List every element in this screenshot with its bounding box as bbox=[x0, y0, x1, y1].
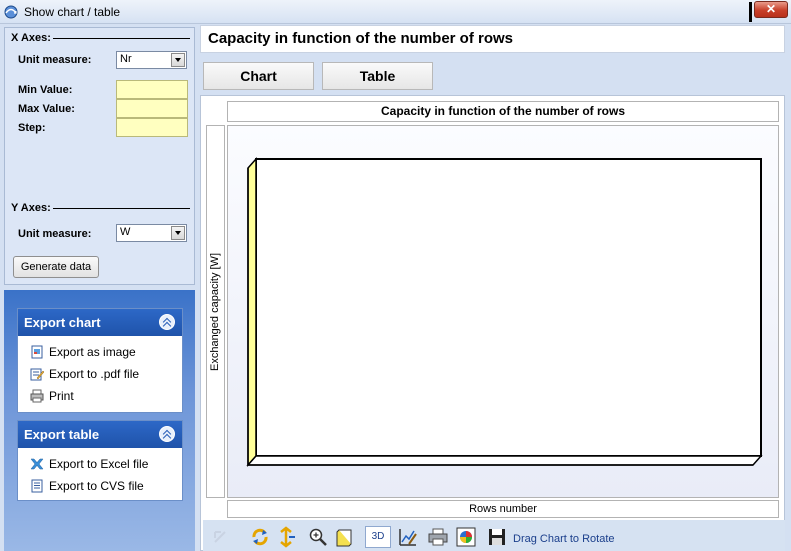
zoom-icon[interactable] bbox=[307, 526, 329, 548]
y-axis-label: Exchanged capacity [W] bbox=[209, 252, 221, 372]
document-icon bbox=[31, 479, 43, 493]
y-unit-select[interactable]: W bbox=[116, 224, 187, 242]
pdf-edit-icon bbox=[30, 368, 44, 381]
floor bbox=[246, 455, 763, 466]
export-to-cvs-label: Export to CVS file bbox=[49, 479, 144, 493]
plot-area[interactable] bbox=[227, 125, 779, 498]
x-axes-heading: X Axes: bbox=[11, 32, 51, 44]
collapse-icon[interactable] bbox=[159, 426, 175, 442]
export-table-header[interactable]: Export table bbox=[18, 421, 182, 448]
printer-icon[interactable] bbox=[427, 526, 449, 548]
tab-table[interactable]: Table bbox=[322, 62, 433, 90]
image-file-icon bbox=[31, 345, 43, 359]
export-panel: Export chart Export as image Export to .… bbox=[4, 290, 195, 551]
min-value-label: Min Value: bbox=[18, 84, 73, 96]
generate-data-button[interactable]: Generate data bbox=[13, 256, 99, 278]
export-chart-box: Export chart Export as image Export to .… bbox=[17, 308, 183, 413]
export-chart-header[interactable]: Export chart bbox=[18, 309, 182, 336]
chevron-down-icon[interactable] bbox=[171, 53, 185, 67]
y-unit-label: Unit measure: bbox=[18, 228, 92, 240]
page-title: Capacity in function of the number of ro… bbox=[200, 25, 785, 53]
step-label: Step: bbox=[18, 122, 46, 134]
rotate-icon[interactable] bbox=[249, 526, 271, 548]
3d-toggle-button[interactable]: 3D bbox=[365, 526, 391, 548]
y-axes-divider bbox=[53, 208, 190, 209]
printer-icon bbox=[30, 389, 44, 403]
chart-title: Capacity in function of the number of ro… bbox=[227, 101, 779, 122]
x-unit-select[interactable]: Nr bbox=[116, 51, 187, 69]
app-icon bbox=[4, 5, 18, 19]
export-to-excel-label: Export to Excel file bbox=[49, 457, 149, 471]
depth-icon[interactable] bbox=[334, 526, 356, 548]
title-bar: Show chart / table ✕ bbox=[0, 0, 791, 24]
collapse-icon[interactable] bbox=[159, 314, 175, 330]
pointer-icon[interactable] bbox=[209, 526, 231, 548]
step-input[interactable] bbox=[116, 118, 188, 137]
move-icon[interactable] bbox=[275, 526, 297, 548]
chart-edit-icon[interactable] bbox=[397, 526, 419, 548]
tab-chart[interactable]: Chart bbox=[203, 62, 314, 90]
back-wall bbox=[255, 158, 762, 457]
chevron-down-icon[interactable] bbox=[171, 226, 185, 240]
export-chart-title: Export chart bbox=[24, 315, 101, 330]
close-button[interactable]: ✕ bbox=[754, 1, 788, 18]
x-axis-label: Rows number bbox=[227, 500, 779, 518]
x-unit-value: Nr bbox=[120, 53, 132, 65]
export-as-image-label: Export as image bbox=[49, 345, 136, 359]
export-as-image-item[interactable]: Export as image bbox=[18, 341, 182, 363]
palette-icon[interactable] bbox=[455, 526, 477, 548]
rotate-hint: Drag Chart to Rotate bbox=[513, 533, 615, 545]
export-to-excel-item[interactable]: Export to Excel file bbox=[18, 453, 182, 475]
chart-canvas[interactable] bbox=[228, 126, 780, 499]
window-caret bbox=[749, 2, 752, 22]
min-value-input[interactable] bbox=[116, 80, 188, 99]
print-item[interactable]: Print bbox=[18, 385, 182, 407]
axes-settings-panel: X Axes: Unit measure: Nr Min Value: Max … bbox=[4, 27, 195, 285]
x-unit-label: Unit measure: bbox=[18, 54, 92, 66]
print-label: Print bbox=[49, 389, 74, 403]
save-icon[interactable] bbox=[486, 526, 508, 548]
export-table-box: Export table Export to Excel file Export… bbox=[17, 420, 183, 501]
x-axes-divider bbox=[53, 38, 190, 39]
y-unit-value: W bbox=[120, 226, 131, 238]
y-axes-heading: Y Axes: bbox=[11, 202, 51, 214]
left-wall bbox=[247, 157, 257, 467]
max-value-input[interactable] bbox=[116, 99, 188, 118]
excel-icon bbox=[30, 458, 44, 470]
export-to-pdf-label: Export to .pdf file bbox=[49, 367, 140, 381]
export-table-title: Export table bbox=[24, 427, 100, 442]
export-to-cvs-item[interactable]: Export to CVS file bbox=[18, 475, 182, 497]
window-title: Show chart / table bbox=[24, 5, 121, 19]
max-value-label: Max Value: bbox=[18, 103, 75, 115]
export-to-pdf-item[interactable]: Export to .pdf file bbox=[18, 363, 182, 385]
chart-toolbar: 3D Drag Chart to Rotate bbox=[203, 520, 785, 551]
